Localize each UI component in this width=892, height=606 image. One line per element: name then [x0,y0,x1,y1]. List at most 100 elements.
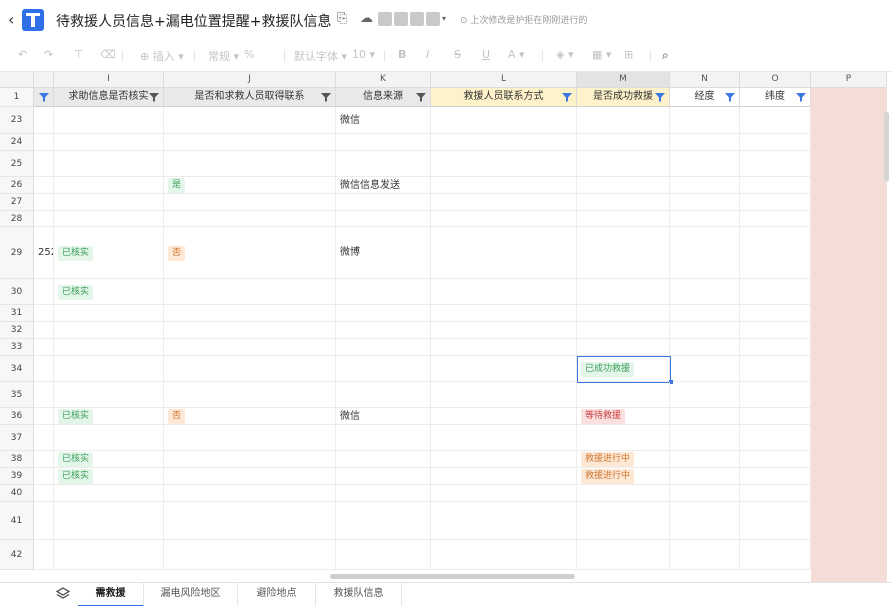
table-cell[interactable] [34,502,54,540]
table-cell[interactable] [336,211,431,227]
table-cell[interactable] [577,322,670,339]
table-cell[interactable] [577,279,670,305]
table-cell[interactable] [740,107,811,134]
table-cell[interactable] [336,540,431,570]
column-header-j[interactable]: J [164,72,336,88]
header-cell[interactable]: 是否成功救援 [577,88,670,107]
table-cell[interactable] [54,211,164,227]
table-cell[interactable] [431,151,577,177]
table-cell[interactable] [670,382,740,408]
table-cell[interactable] [336,502,431,540]
sheet-tab[interactable]: 漏电风险地区 [144,583,238,606]
table-cell[interactable] [164,211,336,227]
table-cell[interactable] [54,322,164,339]
table-cell[interactable] [336,279,431,305]
table-cell[interactable] [54,425,164,451]
table-cell[interactable] [336,339,431,356]
row-header[interactable]: 33 [0,339,34,356]
row-header[interactable]: 25 [0,151,34,177]
horizontal-scrollbar[interactable] [330,574,575,579]
table-cell[interactable] [740,451,811,468]
table-cell[interactable] [577,211,670,227]
table-cell[interactable] [670,408,740,425]
table-cell[interactable] [164,540,336,570]
strikethrough-icon[interactable]: S [454,48,461,61]
table-cell[interactable] [431,502,577,540]
document-title[interactable]: 待救援人员信息+漏电位置提醒+救援队信息 [56,11,331,31]
table-cell[interactable] [164,339,336,356]
column-header-p[interactable]: P [811,72,887,88]
table-cell[interactable] [54,540,164,570]
move-file-icon[interactable]: ⎘ [337,11,347,26]
table-cell[interactable] [577,502,670,540]
table-cell[interactable] [34,134,54,151]
table-cell[interactable] [740,408,811,425]
table-cell[interactable] [431,485,577,502]
font-color-icon[interactable]: A ▾ [508,48,525,61]
header-cell[interactable]: 是否和求救人员取得联系 [164,88,336,107]
table-cell[interactable] [336,485,431,502]
avatar[interactable] [426,12,440,26]
bold-icon[interactable]: B [398,48,406,61]
table-cell[interactable] [431,107,577,134]
row-header[interactable]: 23 [0,107,34,134]
table-cell[interactable] [431,194,577,211]
table-cell[interactable] [670,177,740,194]
filter-icon[interactable] [320,91,332,103]
table-cell[interactable] [336,451,431,468]
table-cell[interactable] [670,451,740,468]
merge-cells-icon[interactable]: ⊞ [624,48,633,61]
table-cell[interactable] [34,305,54,322]
filter-icon[interactable] [795,91,807,103]
table-cell[interactable] [670,107,740,134]
table-cell[interactable]: 已核实 [54,408,164,425]
table-cell[interactable] [740,485,811,502]
vertical-scrollbar[interactable] [884,112,889,182]
table-cell[interactable] [577,339,670,356]
table-cell[interactable]: 已核实 [54,227,164,279]
table-cell[interactable] [34,279,54,305]
table-cell[interactable] [740,305,811,322]
table-cell[interactable]: 微信 [336,107,431,134]
table-cell[interactable] [431,134,577,151]
row-header[interactable]: 35 [0,382,34,408]
table-cell[interactable] [336,382,431,408]
table-cell[interactable] [336,425,431,451]
search-icon[interactable]: ⌕ [662,48,669,63]
table-cell[interactable] [164,451,336,468]
avatar[interactable] [378,12,392,26]
table-cell[interactable] [34,540,54,570]
table-cell[interactable] [740,211,811,227]
table-cell[interactable] [740,279,811,305]
table-cell[interactable] [34,322,54,339]
table-cell[interactable] [431,356,577,382]
table-cell[interactable] [431,211,577,227]
table-cell[interactable] [431,177,577,194]
table-cell[interactable] [670,211,740,227]
table-cell[interactable] [431,279,577,305]
table-cell[interactable] [431,451,577,468]
table-cell[interactable] [670,356,740,382]
table-cell[interactable] [577,107,670,134]
header-cell[interactable]: 救援人员联系方式 [431,88,577,107]
table-cell[interactable] [164,305,336,322]
filter-icon[interactable] [561,91,573,103]
sheet-tab[interactable]: 避险地点 [238,583,316,606]
table-cell[interactable] [577,485,670,502]
font-size-select[interactable]: 10 ▾ [352,48,375,61]
table-cell[interactable] [577,540,670,570]
table-cell[interactable] [336,194,431,211]
insert-button[interactable]: ⊕ 插入 ▾ [140,48,184,64]
table-cell[interactable] [431,382,577,408]
header-cell[interactable]: 纬度 [740,88,811,107]
table-cell[interactable] [740,227,811,279]
table-cell[interactable] [34,425,54,451]
table-cell[interactable] [34,485,54,502]
table-cell[interactable] [577,151,670,177]
table-cell[interactable] [670,502,740,540]
column-header-i[interactable]: I [54,72,164,88]
table-cell[interactable] [54,339,164,356]
undo-icon[interactable]: ↶ [18,48,27,61]
column-header-l[interactable]: L [431,72,577,88]
table-cell[interactable] [740,540,811,570]
